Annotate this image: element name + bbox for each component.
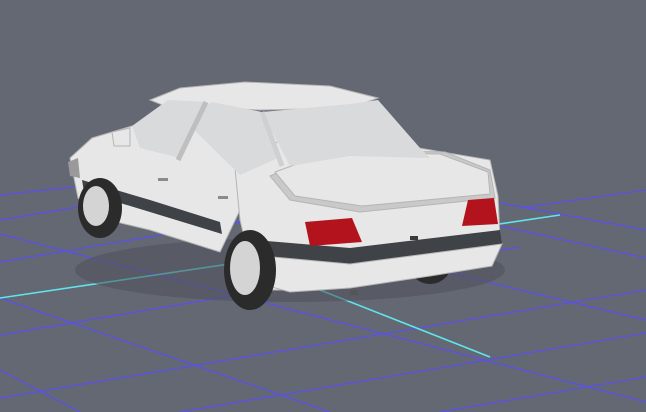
scene-canvas[interactable] [0, 0, 646, 412]
exhaust-pipe [350, 290, 358, 295]
front-left-wheel-rim [83, 186, 109, 226]
door-handle [218, 196, 228, 199]
rear-left-wheel-rim [230, 241, 260, 295]
taillight-left [305, 218, 362, 246]
door-handle [158, 178, 168, 181]
3d-viewport[interactable] [0, 0, 646, 412]
trunk-lock [410, 236, 418, 240]
